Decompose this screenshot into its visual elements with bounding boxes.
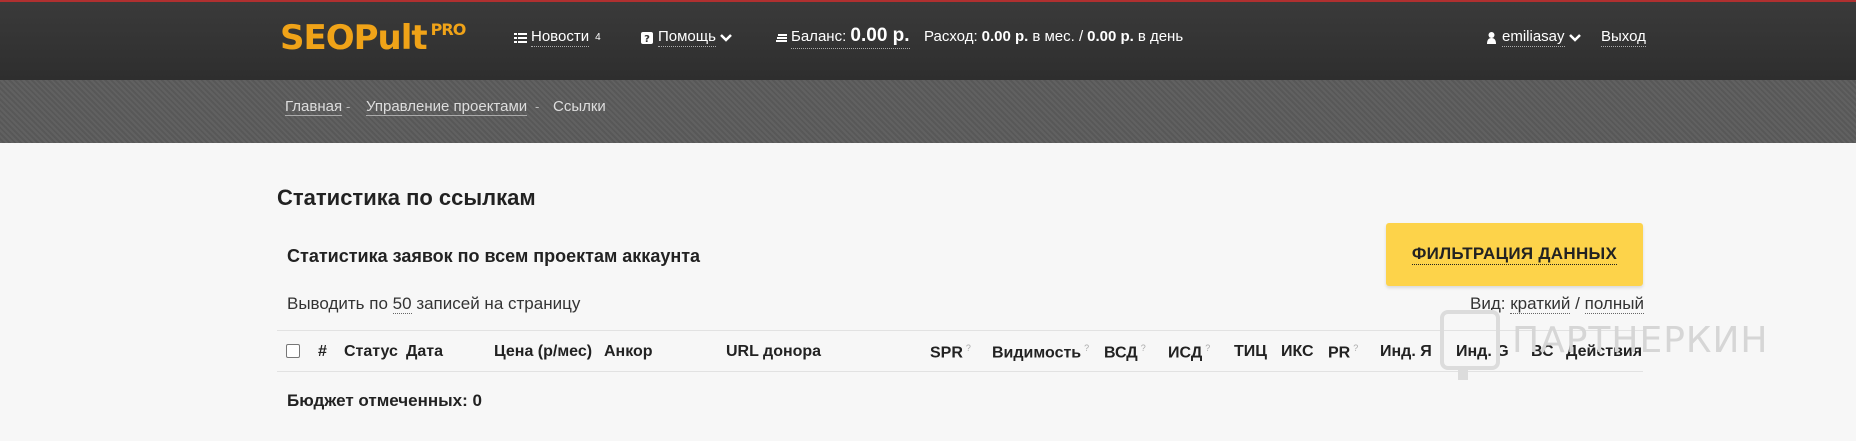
help-label: Помощь <box>658 28 716 47</box>
table-header: # Статус Дата Цена (р/мес) Анкор URL дон… <box>277 330 1643 372</box>
help-icon[interactable]: ? <box>1141 343 1146 353</box>
col-pr[interactable]: PR? <box>1328 343 1358 362</box>
balance-label: Баланс: <box>791 28 847 45</box>
news-label: Новости <box>531 28 590 47</box>
filter-data-button[interactable]: ФИЛЬТРАЦИЯ ДАННЫХ <box>1386 223 1643 286</box>
spend-info: Расход: 0.00 р. в мес. / 0.00 р. в день <box>924 28 1183 45</box>
col-anchor[interactable]: Анкор <box>604 343 653 361</box>
chat-bubble-icon <box>1440 310 1500 380</box>
username: emiliasay <box>1502 28 1565 47</box>
help-menu[interactable]: ? Помощь <box>641 28 732 47</box>
filter-data-label: ФИЛЬТРАЦИЯ ДАННЫХ <box>1411 244 1618 265</box>
col-vsd-label: ВСД <box>1104 344 1138 362</box>
spend-month-suffix: в мес. / <box>1032 28 1084 45</box>
col-vsd[interactable]: ВСД? <box>1104 343 1146 362</box>
breadcrumb-bar <box>0 80 1856 143</box>
col-iks[interactable]: ИКС <box>1281 343 1314 361</box>
svg-text:?: ? <box>644 34 650 44</box>
spend-day-suffix: в день <box>1137 28 1184 45</box>
section-subtitle: Статистика заявок по всем проектам аккау… <box>287 246 701 266</box>
col-number: # <box>318 343 327 360</box>
list-icon <box>514 32 527 43</box>
col-price[interactable]: Цена (р/мес) <box>494 343 592 361</box>
breadcrumb-current: Ссылки <box>553 98 606 115</box>
breadcrumb-separator: - <box>535 99 540 114</box>
breadcrumb-home[interactable]: Главная <box>285 98 343 116</box>
logo-pro-badge: PRO <box>430 20 467 39</box>
col-date[interactable]: Дата <box>406 343 443 361</box>
per-page-select[interactable]: 50 <box>392 294 412 314</box>
col-spr-label: SPR <box>930 344 963 362</box>
col-tic[interactable]: ТИЦ <box>1234 343 1267 361</box>
balance-link[interactable]: Баланс: 0.00 р. <box>774 25 910 49</box>
col-isd[interactable]: ИСД? <box>1168 343 1210 362</box>
per-page-suffix: записей на страницу <box>416 294 581 313</box>
col-index-yandex[interactable]: Инд. Я <box>1380 343 1432 361</box>
breadcrumb-separator: - <box>346 99 351 114</box>
col-spr[interactable]: SPR? <box>930 343 971 362</box>
help-icon[interactable]: ? <box>1084 343 1089 353</box>
col-visibility-label: Видимость <box>992 344 1082 362</box>
coins-icon <box>776 34 787 42</box>
watermark-text: ПАРТНЕРКИН <box>1512 319 1769 361</box>
user-menu[interactable]: emiliasay <box>1485 28 1581 47</box>
chevron-down-icon <box>1568 33 1581 42</box>
logout-link[interactable]: Выход <box>1601 28 1646 47</box>
col-pr-label: PR <box>1328 344 1351 362</box>
per-page-control: Выводить по 50 записей на страницу <box>287 294 580 314</box>
spend-day-value: 0.00 р. <box>1087 28 1134 45</box>
spend-month-value: 0.00 р. <box>981 28 1029 45</box>
logout-label: Выход <box>1601 28 1646 47</box>
logo-text: SEOPult <box>280 18 428 58</box>
help-icon[interactable]: ? <box>1353 343 1358 353</box>
balance-value: 0.00 р. <box>850 25 910 46</box>
col-isd-label: ИСД <box>1168 344 1203 362</box>
selected-budget: Бюджет отмеченных: 0 <box>287 391 482 410</box>
col-status[interactable]: Статус <box>344 343 398 361</box>
watermark: ПАРТНЕРКИН <box>1440 310 1769 380</box>
breadcrumb-projects[interactable]: Управление проектами <box>366 98 528 116</box>
page-title: Статистика по ссылкам <box>277 185 536 210</box>
col-visibility[interactable]: Видимость? <box>992 343 1089 362</box>
news-count-badge: 4 <box>595 32 601 43</box>
help-icon[interactable]: ? <box>966 343 971 353</box>
help-icon[interactable]: ? <box>1205 343 1210 353</box>
select-all-checkbox[interactable] <box>286 344 300 358</box>
logo[interactable]: SEOPult PRO <box>280 18 467 58</box>
spend-prefix: Расход: <box>924 28 978 45</box>
chevron-down-icon <box>720 33 732 42</box>
news-link[interactable]: Новости 4 <box>514 28 601 47</box>
col-donor-url[interactable]: URL донора <box>726 343 821 361</box>
user-icon <box>1487 31 1496 44</box>
question-icon: ? <box>641 31 653 44</box>
per-page-prefix: Выводить по <box>287 294 388 313</box>
